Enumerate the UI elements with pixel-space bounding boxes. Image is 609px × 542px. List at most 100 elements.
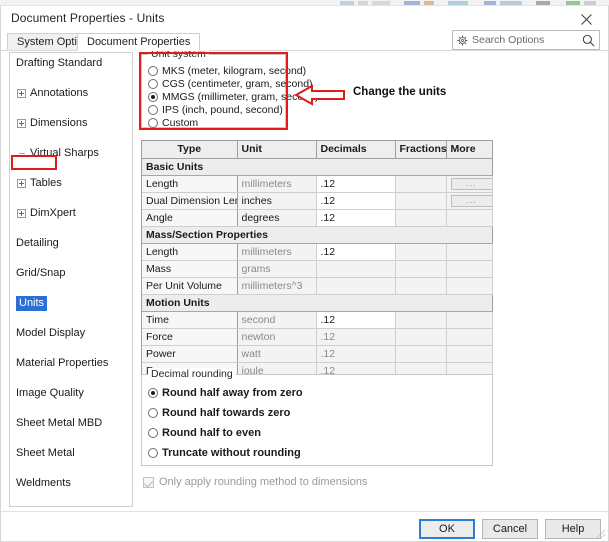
sidebar-item-units[interactable]: Units — [10, 296, 132, 311]
cell-unit[interactable]: watt — [237, 345, 317, 363]
radio-indicator — [148, 117, 158, 128]
cell-fractions[interactable] — [395, 175, 447, 193]
cell-decimals[interactable] — [316, 260, 396, 278]
cell-fractions[interactable] — [395, 328, 447, 346]
table-row[interactable]: Length millimeters .12... — [142, 175, 493, 193]
sidebar-item-grid-snap[interactable]: Grid/Snap — [10, 266, 132, 281]
expand-icon[interactable] — [17, 209, 26, 218]
table-row[interactable]: Dual Dimension Lengthinches.12... — [142, 192, 493, 210]
cell-decimals[interactable]: .12 — [316, 328, 396, 346]
table-section-title: Mass/Section Properties — [142, 225, 492, 244]
ok-button[interactable]: OK — [419, 519, 475, 539]
sidebar-item-image-quality[interactable]: Image Quality — [10, 386, 132, 401]
cell-decimals[interactable]: .12 — [316, 192, 396, 210]
table-row[interactable]: Force newton .12 — [142, 328, 493, 346]
sidebar-item-dimensions[interactable]: Dimensions — [10, 116, 132, 131]
units-table[interactable]: Type Unit Decimals Fractions More Basic Unit… — [141, 140, 493, 381]
decimal-rounding-option-3[interactable]: Truncate without rounding — [148, 446, 301, 459]
only-apply-rounding-label: Only apply rounding method to dimensions — [159, 476, 368, 488]
cell-unit[interactable]: newton — [237, 328, 317, 346]
unit-system-option-0[interactable]: MKS (meter, kilogram, second) — [148, 64, 306, 77]
sidebar-item-label: Image Quality — [16, 387, 84, 399]
column-header-more[interactable]: More — [446, 141, 493, 159]
cell-fractions[interactable] — [395, 209, 447, 227]
resize-grip[interactable] — [596, 529, 606, 539]
sidebar-item-annotations[interactable]: Annotations — [10, 86, 132, 101]
screenshot-root: Document Properties - Units System Optio… — [0, 0, 609, 542]
sidebar-item-material-properties[interactable]: Material Properties — [10, 356, 132, 371]
cell-fractions[interactable] — [395, 192, 447, 210]
table-row[interactable]: Angle degrees .12 — [142, 209, 493, 227]
cell-decimals[interactable]: .12 — [316, 209, 396, 227]
cell-unit[interactable]: second — [237, 311, 317, 329]
cell-unit[interactable]: degrees — [237, 209, 317, 227]
cell-unit[interactable]: grams — [237, 260, 317, 278]
help-button[interactable]: Help — [545, 519, 601, 539]
column-header-unit[interactable]: Unit — [237, 141, 317, 159]
expand-icon[interactable] — [17, 89, 26, 98]
settings-tree[interactable]: Drafting Standard Annotations Dimensions Vi… — [9, 52, 133, 507]
decimal-rounding-option-1[interactable]: Round half towards zero — [148, 406, 290, 419]
cell-decimals[interactable]: .12 — [316, 345, 396, 363]
expand-icon[interactable] — [17, 179, 26, 188]
sidebar-item-model-display[interactable]: Model Display — [10, 326, 132, 341]
unit-system-option-3[interactable]: IPS (inch, pound, second) — [148, 103, 283, 116]
cell-fractions[interactable] — [395, 345, 447, 363]
cell-more: ... — [446, 175, 493, 193]
table-row[interactable]: Time second .12 — [142, 311, 493, 329]
only-apply-rounding-checkbox[interactable]: Only apply rounding method to dimensions — [143, 476, 368, 488]
cell-type: Angle — [142, 209, 238, 227]
search-options-placeholder: Search Options — [472, 34, 545, 46]
cell-unit[interactable]: millimeters^3 — [237, 277, 317, 295]
decimal-rounding-option-0[interactable]: Round half away from zero — [148, 386, 303, 399]
more-options-button[interactable]: ... — [450, 195, 491, 207]
sidebar-item-label: Tables — [30, 177, 62, 189]
sidebar-item-sheet-metal-mbd[interactable]: Sheet Metal MBD — [10, 416, 132, 431]
radio-indicator — [148, 78, 158, 89]
left-arrow-icon — [293, 84, 346, 109]
table-section-row: Basic Units — [142, 157, 492, 176]
cell-fractions[interactable] — [395, 243, 447, 261]
cell-decimals[interactable]: .12 — [316, 311, 396, 329]
unit-system-option-label: MKS (meter, kilogram, second) — [162, 64, 307, 77]
sidebar-item-drafting-standard[interactable]: Drafting Standard — [10, 56, 132, 71]
footer-separator — [1, 511, 608, 512]
sidebar-item-label: Dimensions — [30, 117, 88, 129]
unit-system-option-2[interactable]: MMGS (millimeter, gram, second) — [148, 90, 318, 103]
sidebar-item-plane-display[interactable]: Plane Display — [10, 506, 132, 507]
cell-unit[interactable]: millimeters — [237, 175, 317, 193]
expand-icon[interactable] — [17, 119, 26, 128]
sidebar-item-sheet-metal[interactable]: Sheet Metal — [10, 446, 132, 461]
table-row[interactable]: Length millimeters .12 — [142, 243, 493, 261]
cell-unit[interactable]: millimeters — [237, 243, 317, 261]
cell-fractions[interactable] — [395, 311, 447, 329]
more-options-button[interactable]: ... — [450, 178, 491, 190]
unit-system-option-4[interactable]: Custom — [148, 116, 198, 129]
column-header-decimals[interactable]: Decimals — [316, 141, 396, 159]
cell-decimals[interactable]: .12 — [316, 175, 396, 193]
cell-decimals[interactable]: .12 — [316, 243, 396, 261]
sidebar-item-dimxpert[interactable]: DimXpert — [10, 206, 132, 221]
unit-system-option-1[interactable]: CGS (centimeter, gram, second) — [148, 77, 313, 90]
sidebar-item-tables[interactable]: Tables — [10, 176, 132, 191]
column-header-fractions[interactable]: Fractions — [395, 141, 447, 159]
sidebar-item-detailing[interactable]: Detailing — [10, 236, 132, 251]
column-header-type[interactable]: Type — [142, 141, 238, 159]
table-row[interactable]: Mass grams — [142, 260, 493, 278]
table-row[interactable]: Per Unit Volume millimeters^3 — [142, 277, 493, 295]
search-icon[interactable] — [582, 34, 595, 47]
sidebar-item-weldments[interactable]: Weldments — [10, 476, 132, 491]
search-options-input[interactable]: Search Options — [452, 30, 600, 50]
cell-more — [446, 328, 493, 346]
table-row[interactable]: Power watt .12 — [142, 345, 493, 363]
tab-document-properties[interactable]: Document Properties — [77, 33, 201, 51]
sidebar-item-virtual-sharps[interactable]: Virtual Sharps — [10, 146, 132, 161]
cell-decimals[interactable] — [316, 277, 396, 295]
cell-fractions[interactable] — [395, 277, 447, 295]
cancel-button[interactable]: Cancel — [482, 519, 538, 539]
close-icon[interactable] — [564, 6, 608, 32]
cell-fractions[interactable] — [395, 260, 447, 278]
sidebar-item-label: Sheet Metal MBD — [16, 417, 103, 429]
cell-unit[interactable]: inches — [237, 192, 317, 210]
decimal-rounding-option-2[interactable]: Round half to even — [148, 426, 261, 439]
